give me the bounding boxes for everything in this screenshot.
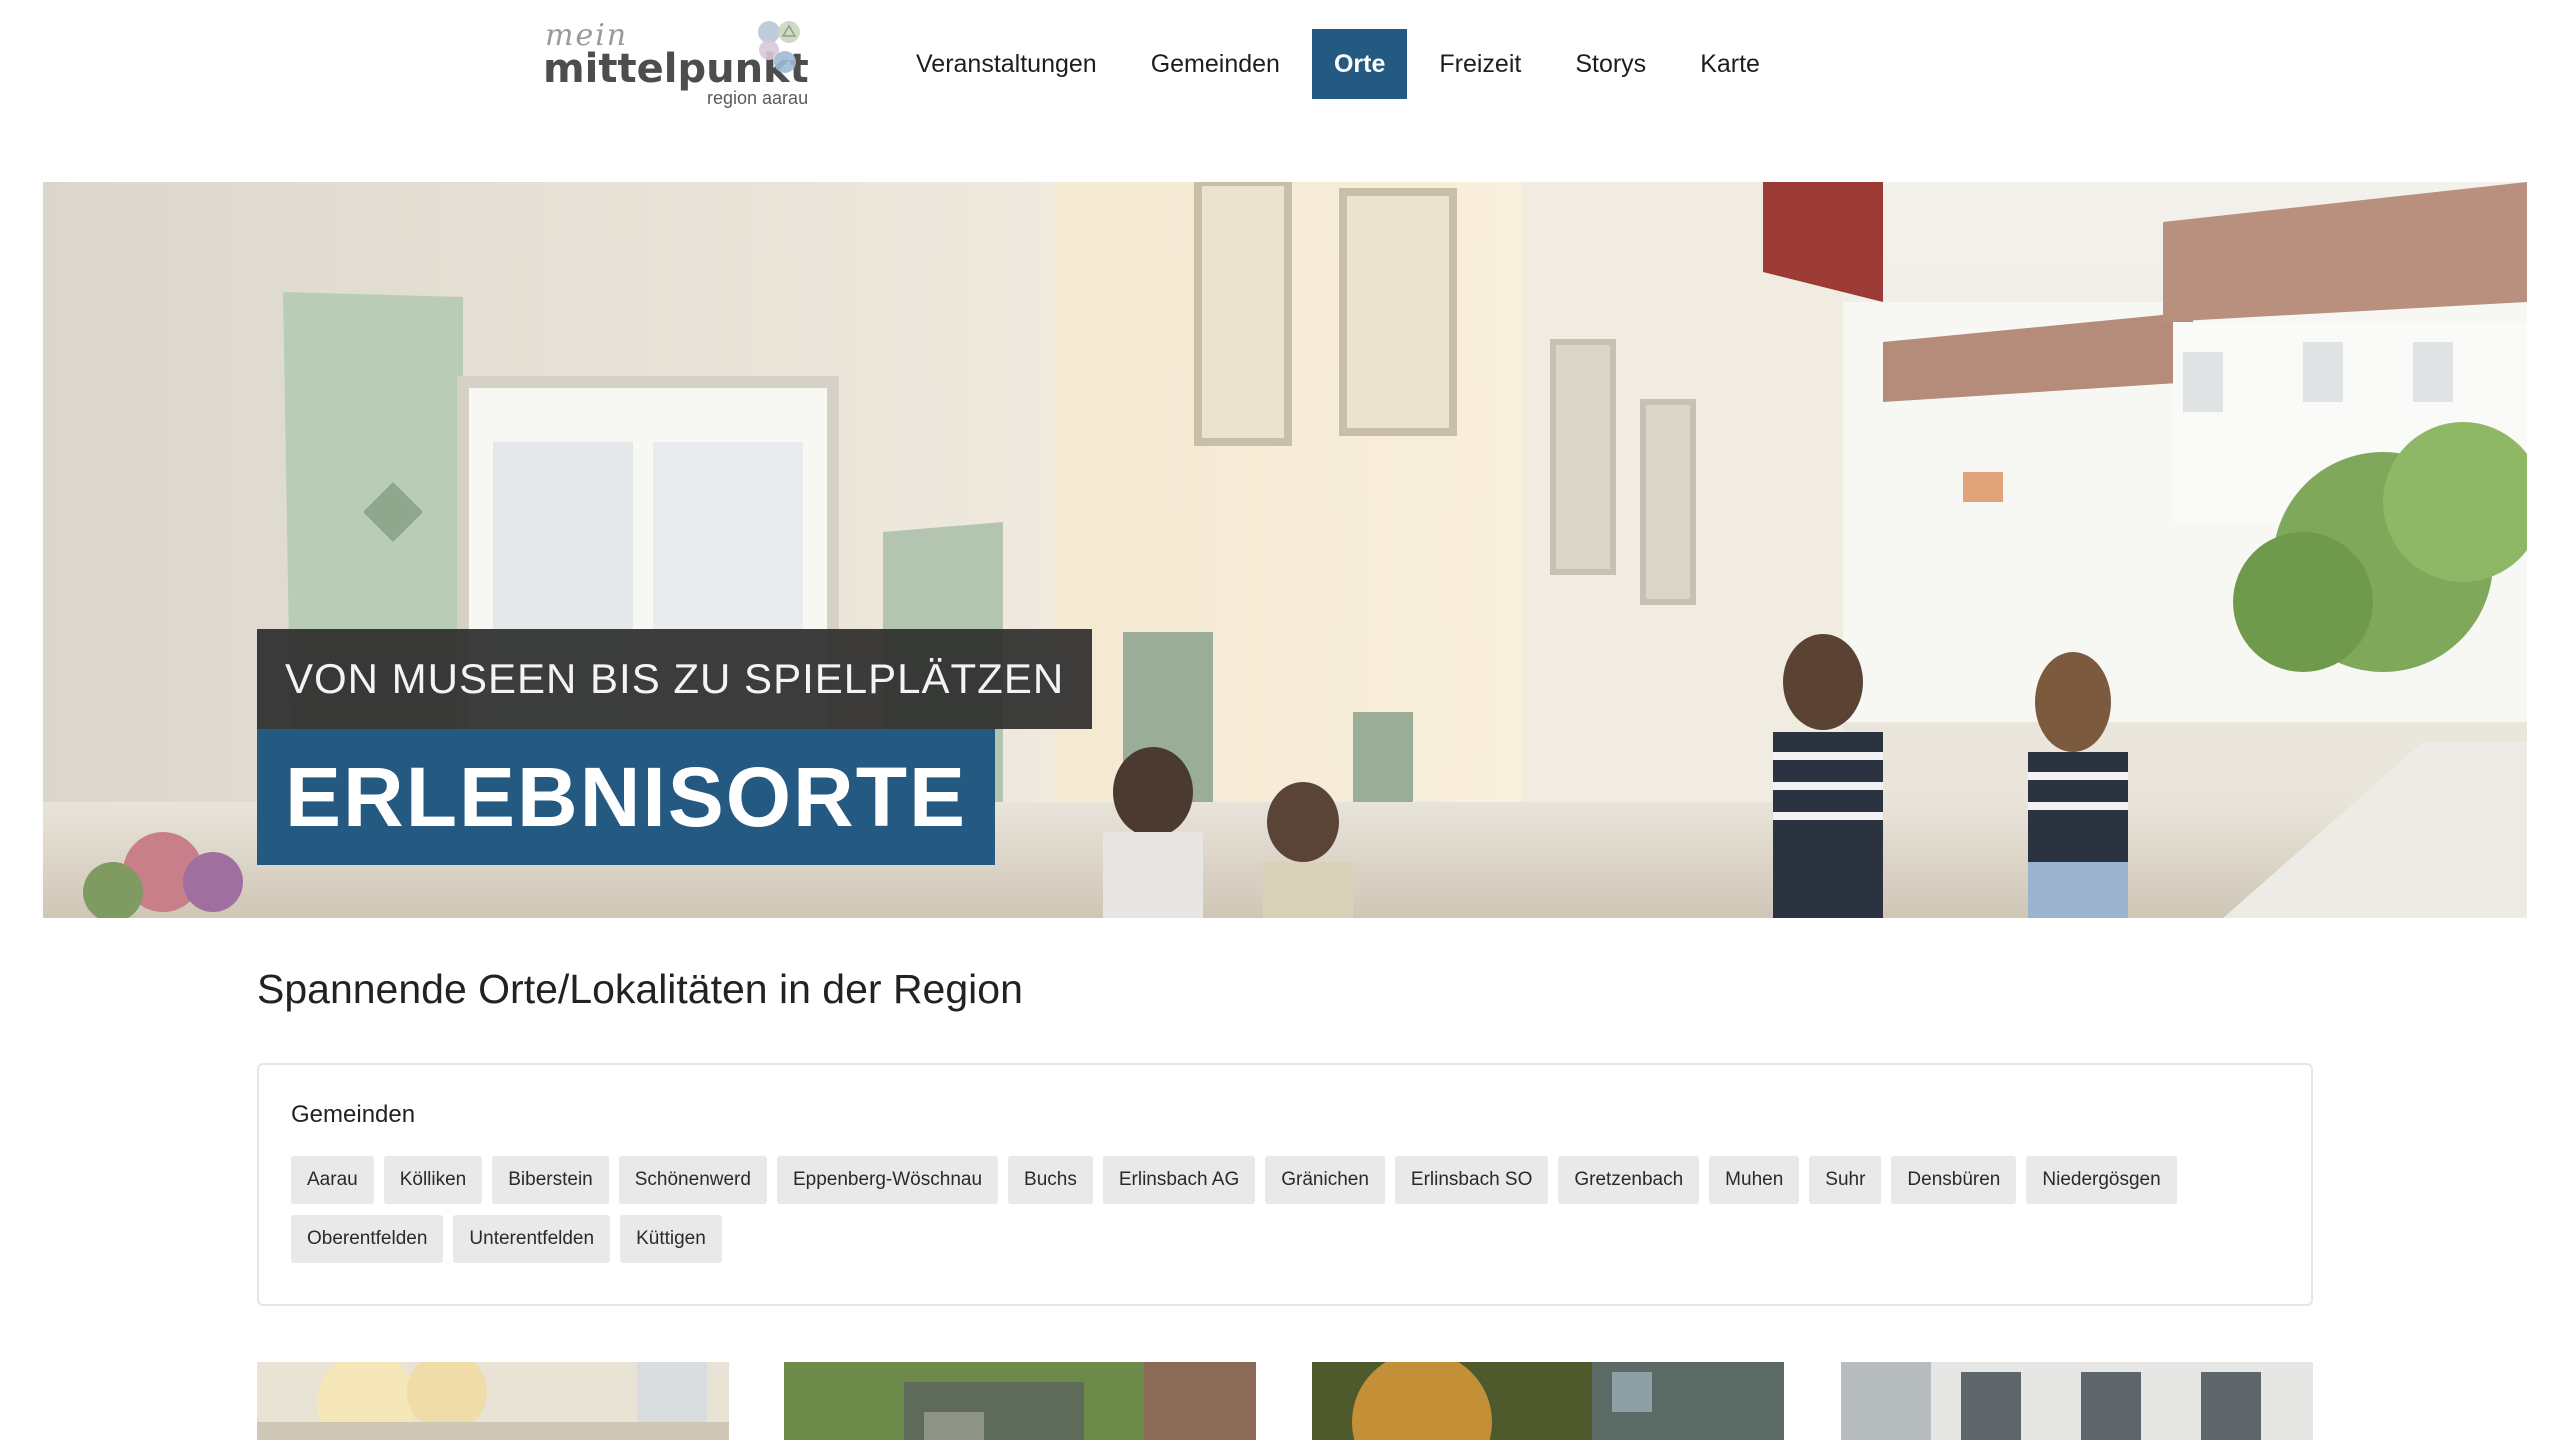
nav-item-freizeit[interactable]: Freizeit <box>1417 29 1543 99</box>
section-title: Spannende Orte/Lokalitäten in der Region <box>257 966 1023 1012</box>
nav-item-orte[interactable]: Orte <box>1311 29 1408 99</box>
site-header: mein mittelpunkt region aarau Veranstalt… <box>0 0 2560 182</box>
place-card-4[interactable] <box>1841 1362 2313 1440</box>
logo-dots-icon <box>758 21 800 73</box>
filter-chip-niedergoesgen[interactable]: Niedergösgen <box>2026 1156 2177 1204</box>
place-card-image <box>784 1362 1256 1440</box>
filter-chip-gretzenbach[interactable]: Gretzenbach <box>1558 1156 1700 1204</box>
filter-chip-kuettigen[interactable]: Küttigen <box>620 1215 722 1263</box>
filter-chip-unterentfelden[interactable]: Unterentfelden <box>453 1215 611 1263</box>
nav-item-storys[interactable]: Storys <box>1553 29 1668 99</box>
filter-chip-graenichen[interactable]: Gränichen <box>1265 1156 1385 1204</box>
filter-label: Gemeinden <box>291 1101 416 1128</box>
place-card-image <box>257 1362 729 1440</box>
main-navigation: Veranstaltungen Gemeinden Orte Freizeit … <box>894 29 1792 99</box>
filter-chip-erlinsbach-ag[interactable]: Erlinsbach AG <box>1102 1156 1256 1204</box>
filter-chip-suhr[interactable]: Suhr <box>1809 1156 1882 1204</box>
nav-item-karte[interactable]: Karte <box>1678 29 1782 99</box>
filter-chip-erlinsbach-so[interactable]: Erlinsbach SO <box>1394 1156 1549 1204</box>
hero-banner: VON MUSEEN BIS ZU SPIELPLÄTZEN ERLEBNISO… <box>43 182 2527 918</box>
hero-title: ERLEBNISORTE <box>257 729 996 865</box>
logo-subtitle: region aarau <box>707 88 809 108</box>
place-card-image <box>1841 1362 2313 1440</box>
place-card-image <box>1312 1362 1784 1440</box>
filter-chip-buchs[interactable]: Buchs <box>1008 1156 1093 1204</box>
filter-chips: Aarau Kölliken Biberstein Schönenwerd Ep… <box>291 1156 2281 1274</box>
nav-item-gemeinden[interactable]: Gemeinden <box>1129 29 1302 99</box>
filter-chip-koelliken[interactable]: Kölliken <box>383 1156 483 1204</box>
place-card-3[interactable] <box>1312 1362 1784 1440</box>
nav-item-veranstaltungen[interactable]: Veranstaltungen <box>894 29 1119 99</box>
site-logo[interactable]: mein mittelpunkt region aarau <box>543 18 813 118</box>
place-card-2[interactable] <box>784 1362 1256 1440</box>
place-card-1[interactable] <box>257 1362 729 1440</box>
filter-chip-biberstein[interactable]: Biberstein <box>492 1156 609 1204</box>
hero-subtitle: VON MUSEEN BIS ZU SPIELPLÄTZEN <box>257 629 1093 729</box>
filter-chip-densbueren[interactable]: Densbüren <box>1891 1156 2017 1204</box>
gemeinden-filter-box: Gemeinden Aarau Kölliken Biberstein Schö… <box>257 1063 2313 1306</box>
filter-chip-aarau[interactable]: Aarau <box>291 1156 374 1204</box>
filter-chip-oberentfelden[interactable]: Oberentfelden <box>291 1215 444 1263</box>
filter-chip-schoenenwerd[interactable]: Schönenwerd <box>618 1156 767 1204</box>
filter-chip-muhen[interactable]: Muhen <box>1709 1156 1800 1204</box>
filter-chip-eppenberg-woeschnau[interactable]: Eppenberg-Wöschnau <box>776 1156 999 1204</box>
